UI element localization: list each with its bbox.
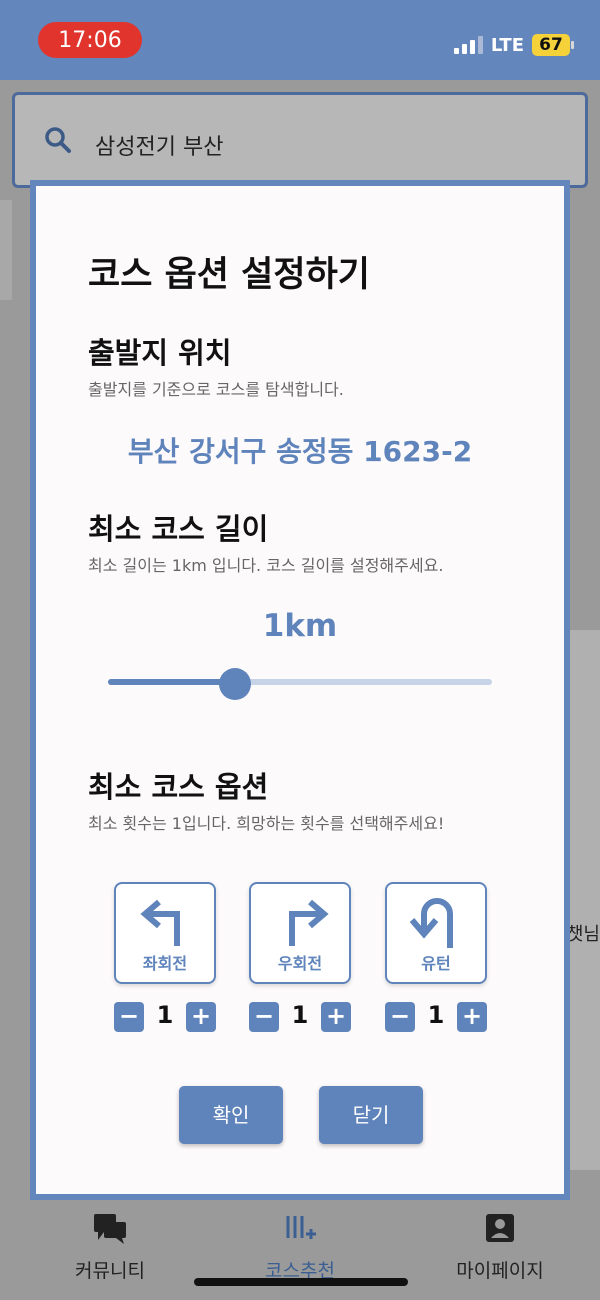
- decrement-button[interactable]: −: [114, 1002, 144, 1032]
- home-indicator: [194, 1278, 408, 1286]
- increment-button[interactable]: +: [457, 1002, 487, 1032]
- course-icon: [286, 1216, 316, 1239]
- min-length-desc: 최소 길이는 1km 입니다. 코스 길이를 설정해주세요.: [88, 556, 444, 575]
- background-text: 챗님: [566, 924, 600, 945]
- background-panel: [566, 630, 600, 1170]
- u-turn-option[interactable]: 유턴: [385, 882, 487, 984]
- increment-button[interactable]: +: [321, 1002, 351, 1032]
- nav-label: 커뮤니티: [75, 1260, 145, 1282]
- start-location-desc: 출발지를 기준으로 코스를 탐색합니다.: [88, 380, 344, 399]
- start-location-title: 출발지 위치: [88, 336, 232, 370]
- turn-options-desc: 최소 횟수는 1입니다. 희망하는 횟수를 선택해주세요!: [88, 814, 445, 833]
- min-length-title: 최소 코스 길이: [88, 512, 269, 546]
- profile-icon: [486, 1214, 514, 1242]
- slider-fill: [108, 679, 235, 685]
- nav-item-community[interactable]: 커뮤니티: [60, 1212, 160, 1283]
- slider-thumb[interactable]: [219, 668, 251, 700]
- u-turn-icon: [409, 898, 453, 948]
- length-slider[interactable]: [108, 668, 492, 700]
- status-time: 17:06: [38, 22, 142, 58]
- turn-left-icon: [140, 899, 180, 946]
- search-icon: [43, 125, 73, 159]
- u-turn-count: 1: [427, 1001, 445, 1029]
- search-input[interactable]: 삼성전기 부산: [95, 129, 223, 161]
- u-turn-stepper: − 1 +: [385, 1000, 487, 1034]
- option-label: 우회전: [277, 954, 323, 973]
- course-option-modal: 코스 옵션 설정하기 출발지 위치 출발지를 기준으로 코스를 탐색합니다. 부…: [30, 180, 570, 1200]
- search-bar[interactable]: 삼성전기 부산: [12, 92, 588, 188]
- left-turn-count: 1: [156, 1001, 174, 1029]
- signal-icon: [453, 36, 483, 54]
- left-turn-stepper: − 1 +: [114, 1000, 216, 1034]
- nav-item-mypage[interactable]: 마이페이지: [440, 1212, 560, 1283]
- start-address: 부산 강서구 송정동 1623-2: [127, 435, 473, 468]
- option-label: 유턴: [421, 954, 451, 973]
- nav-item-course[interactable]: 코스추천: [250, 1212, 350, 1283]
- decrement-button[interactable]: −: [385, 1002, 415, 1032]
- battery-icon: 67: [532, 34, 574, 56]
- increment-button[interactable]: +: [186, 1002, 216, 1032]
- right-turn-stepper: − 1 +: [249, 1000, 351, 1034]
- right-turn-count: 1: [291, 1001, 309, 1029]
- nav-label: 마이페이지: [456, 1260, 544, 1282]
- option-label: 좌회전: [142, 954, 188, 973]
- confirm-button[interactable]: 확인: [179, 1086, 283, 1144]
- turn-right-icon: [289, 899, 329, 946]
- right-turn-option[interactable]: 우회전: [249, 882, 351, 984]
- left-turn-option[interactable]: 좌회전: [114, 882, 216, 984]
- chat-icon: [94, 1214, 126, 1244]
- background-panel: [0, 200, 12, 300]
- modal-title: 코스 옵션 설정하기: [88, 255, 370, 295]
- turn-options-title: 최소 코스 옵션: [88, 770, 269, 804]
- status-indicators: LTE 67: [453, 34, 574, 56]
- network-type: LTE: [490, 34, 524, 56]
- status-bar: 17:06 LTE 67: [0, 0, 600, 80]
- length-value: 1km: [262, 608, 338, 644]
- decrement-button[interactable]: −: [249, 1002, 279, 1032]
- close-button[interactable]: 닫기: [319, 1086, 423, 1144]
